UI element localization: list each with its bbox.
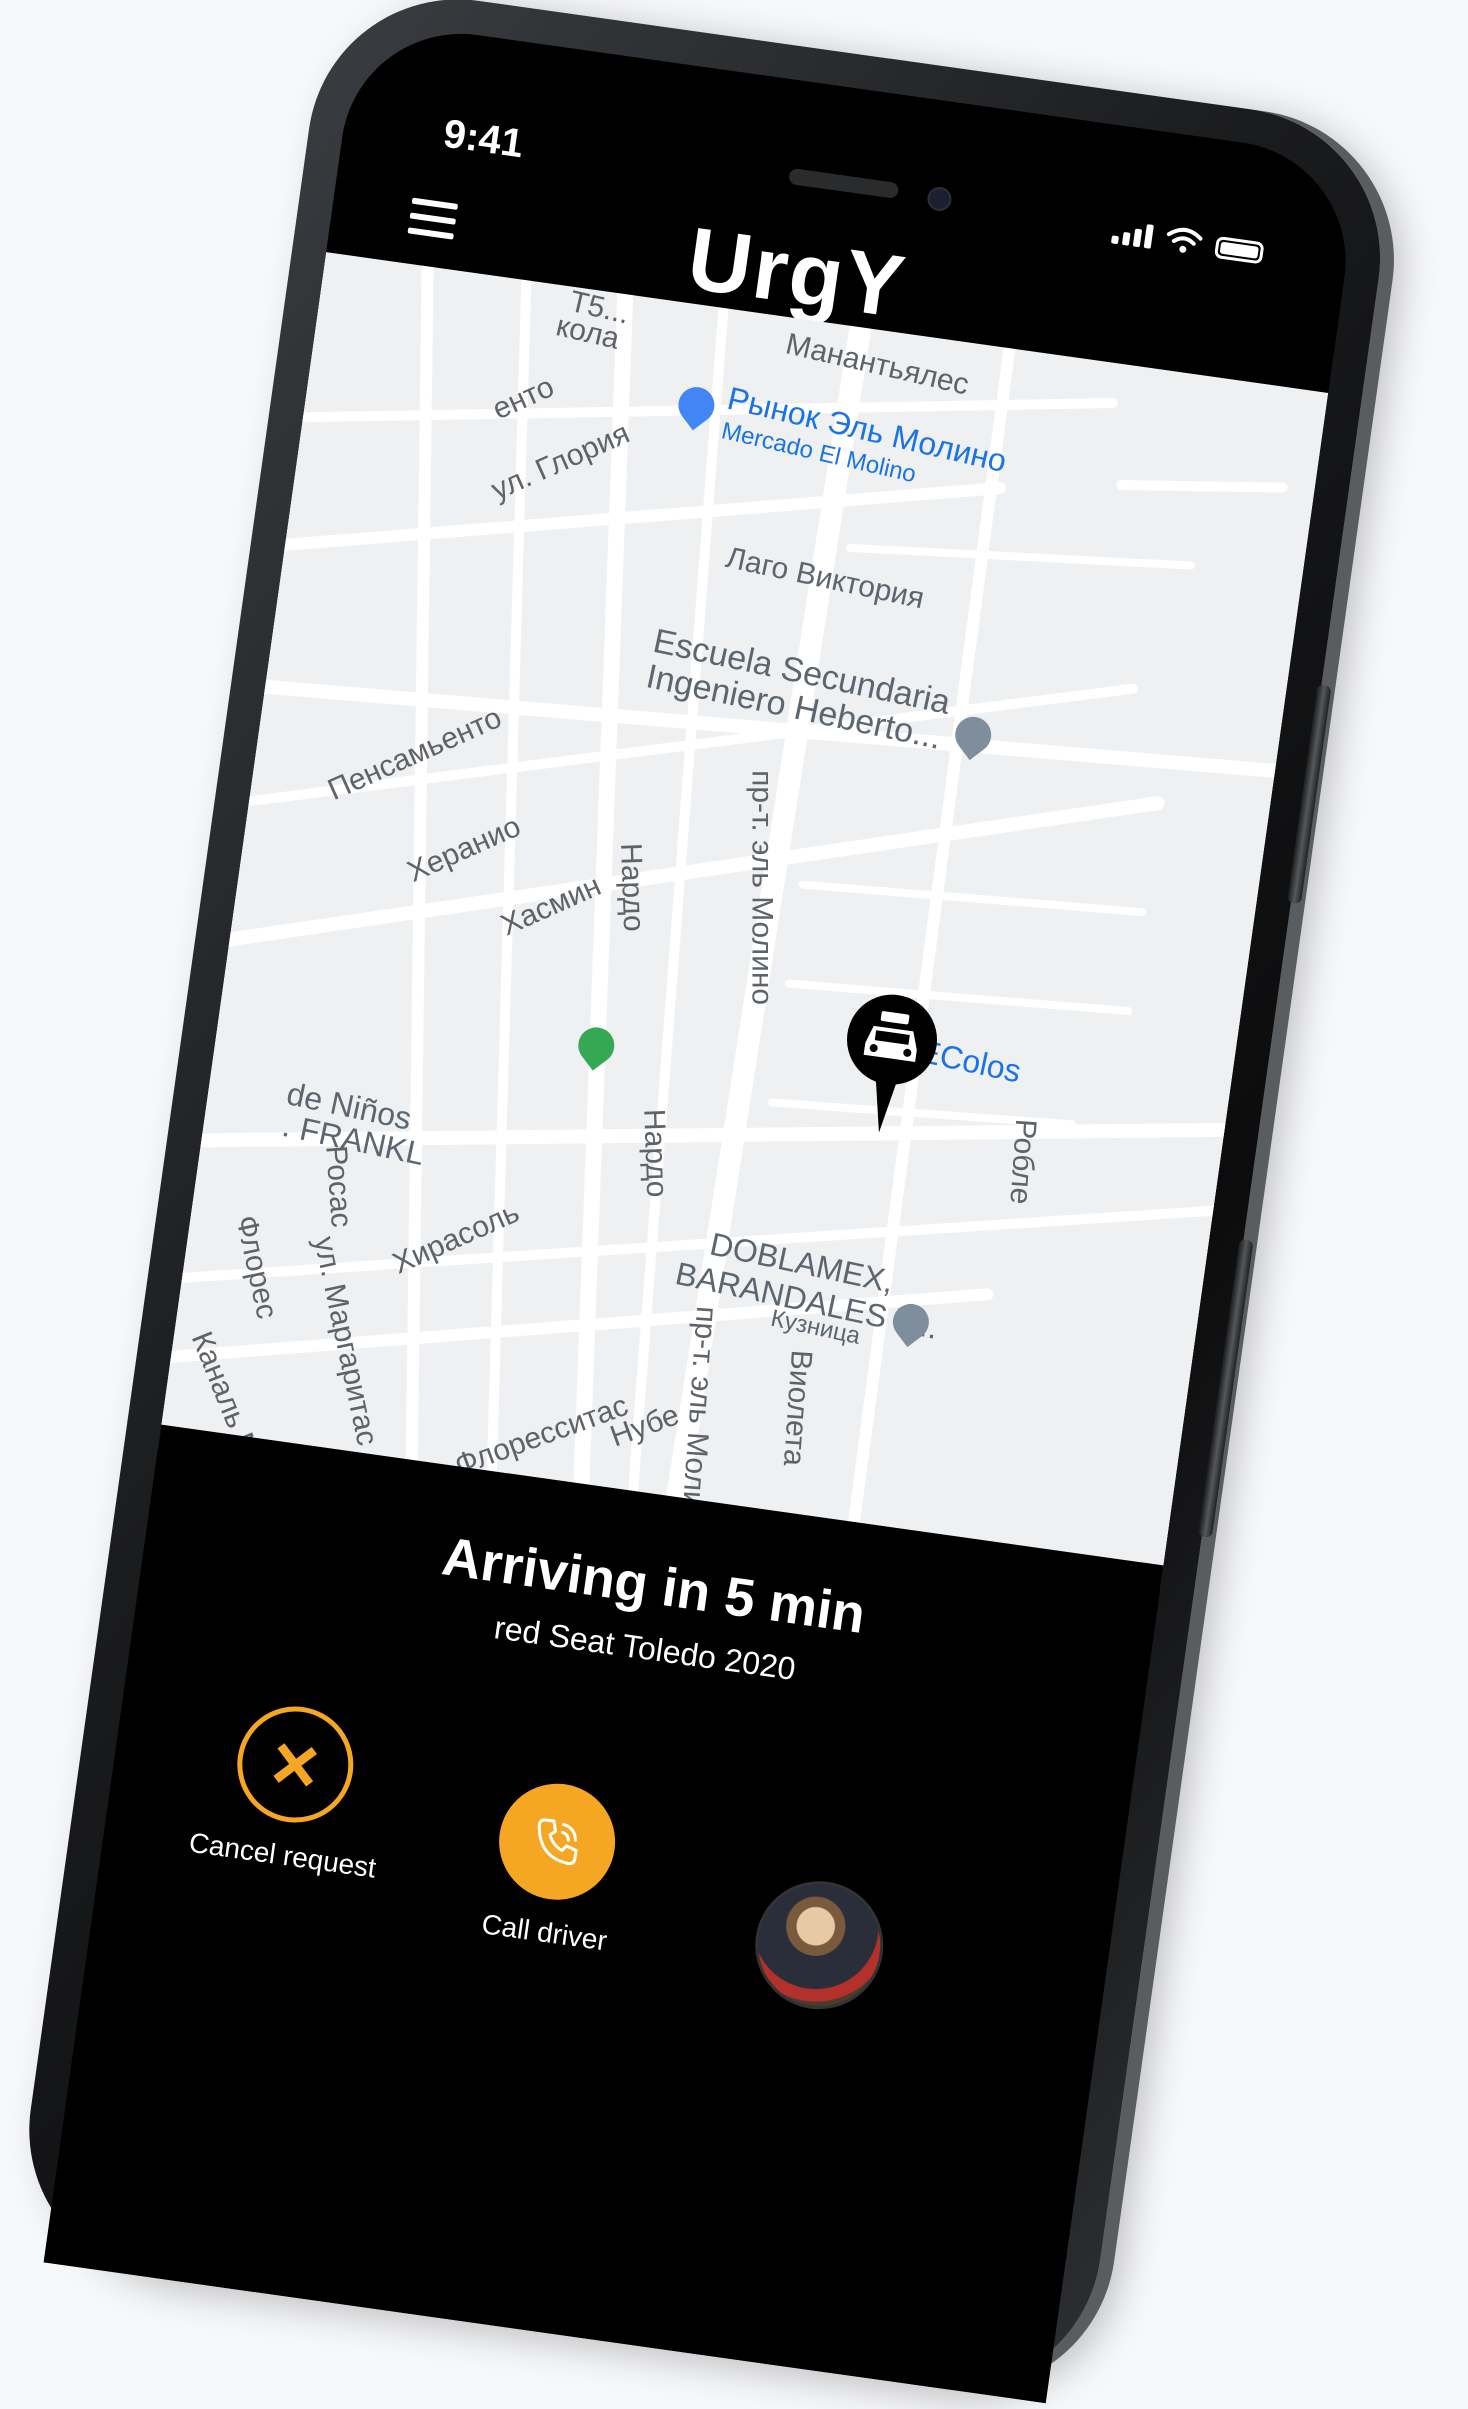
signal-icon — [1110, 219, 1154, 249]
map-streets — [157, 252, 1311, 1584]
close-icon[interactable]: × — [229, 1699, 361, 1831]
phone-screen: 9:41 UrgY Манантьялес Рынок Эль Молино M… — [43, 18, 1362, 2404]
driver-avatar[interactable] — [746, 1872, 892, 2018]
speaker-grille — [788, 167, 900, 200]
driver-profile[interactable] — [746, 1872, 892, 2018]
map-label: пр-т. эль Молино — [745, 770, 779, 1006]
taxi-pin-icon[interactable] — [829, 982, 949, 1144]
map-label: Робле — [1003, 1117, 1043, 1206]
map-label: Нардо — [637, 1108, 674, 1198]
status-icons — [1110, 218, 1265, 265]
call-driver-action[interactable]: Call driver — [423, 1768, 684, 1966]
phone-device: 9:41 UrgY Манантьялес Рынок Эль Молино M… — [9, 0, 1400, 2408]
map-view[interactable]: Манантьялес Рынок Эль Молино Mercado El … — [157, 252, 1329, 1592]
menu-icon[interactable] — [406, 197, 459, 249]
phone-call-icon — [537, 1818, 578, 1866]
front-camera — [925, 185, 954, 213]
status-time: 9:41 — [440, 111, 527, 167]
cancel-request-action[interactable]: × Cancel request — [161, 1690, 422, 1888]
map-label: Росас — [319, 1144, 358, 1229]
scene: 9:41 UrgY Манантьялес Рынок Эль Молино M… — [0, 0, 1468, 2408]
phone-call-button[interactable] — [491, 1776, 623, 1908]
wifi-icon — [1166, 227, 1203, 253]
battery-icon — [1213, 235, 1265, 265]
map-label: Нардо — [614, 842, 651, 933]
